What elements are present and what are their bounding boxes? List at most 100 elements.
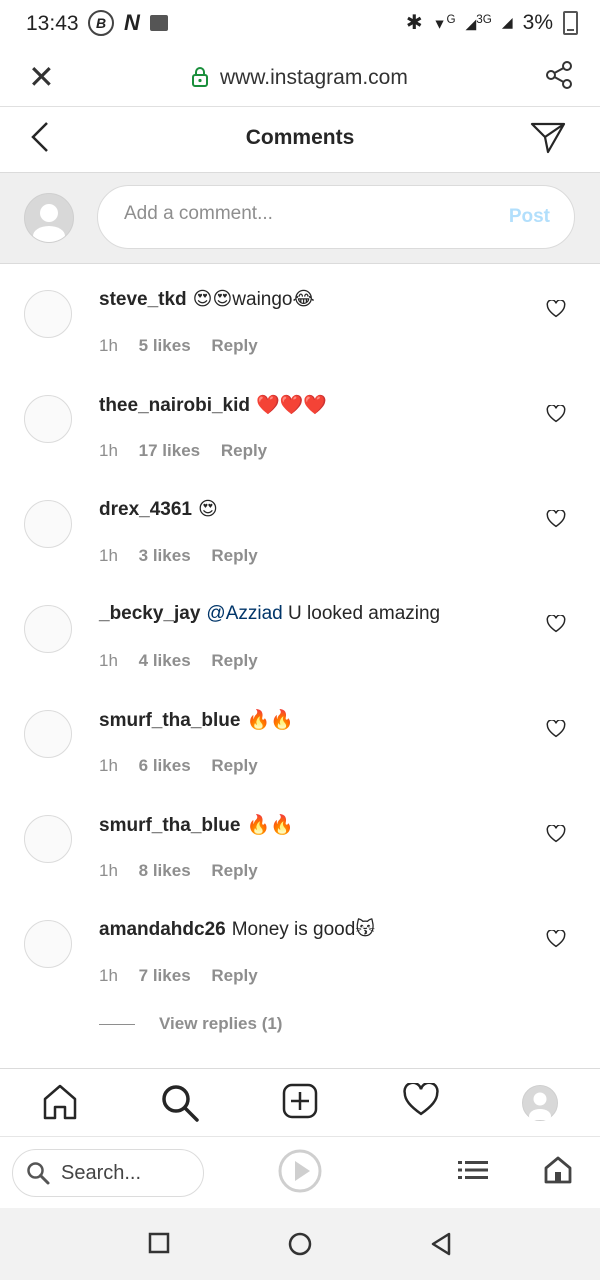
- comment-likes[interactable]: 6 likes: [139, 756, 191, 775]
- comment-item: amandahdc26 Money is good😽 1h 7 likes Rep…: [0, 894, 600, 999]
- back-triangle-icon[interactable]: [430, 1232, 452, 1261]
- bluetooth-icon: ✱: [405, 12, 423, 34]
- comment-item: thee_nairobi_kid ❤️❤️❤️ 1h 17 likes Reply: [0, 369, 600, 474]
- comment-text: 🔥🔥: [246, 815, 294, 836]
- comment-likes[interactable]: 3 likes: [139, 546, 191, 565]
- comment-meta: 1h 7 likes Reply: [99, 966, 274, 986]
- reply-button[interactable]: Reply: [221, 441, 267, 460]
- commenter-avatar[interactable]: [24, 395, 72, 443]
- browser-home-icon[interactable]: [543, 1155, 573, 1190]
- commenter-avatar[interactable]: [24, 605, 72, 653]
- comment-body: steve_tkd 😍😍waingo😂: [99, 288, 315, 311]
- browser-search-label: Search...: [61, 1162, 142, 1184]
- view-replies-button[interactable]: View replies (1): [99, 1014, 282, 1034]
- comment-username[interactable]: thee_nairobi_kid: [99, 395, 250, 416]
- comment-body: drex_4361 😍: [99, 498, 218, 521]
- home-icon[interactable]: [42, 1083, 78, 1126]
- system-nav-bar: [0, 1208, 600, 1280]
- comment-likes[interactable]: 5 likes: [139, 336, 191, 355]
- comment-text: 😍😍waingo😂: [192, 289, 315, 310]
- reply-button[interactable]: Reply: [211, 546, 257, 565]
- comment-text: 😍: [197, 499, 218, 520]
- like-heart-icon[interactable]: [546, 929, 566, 953]
- browser-search-box[interactable]: Search...: [12, 1149, 204, 1197]
- play-icon[interactable]: [278, 1149, 322, 1198]
- comment-username[interactable]: smurf_tha_blue: [99, 815, 240, 836]
- signal-icon-2: ◢: [501, 14, 513, 30]
- menu-list-icon[interactable]: [458, 1159, 488, 1186]
- comment-time: 1h: [99, 966, 118, 985]
- comment-meta: 1h 3 likes Reply: [99, 546, 274, 566]
- comment-body: _becky_jay @Azziad U looked amazing: [99, 603, 440, 625]
- comment-username[interactable]: drex_4361: [99, 499, 192, 520]
- comment-item: smurf_tha_blue 🔥🔥 1h 8 likes Reply: [0, 789, 600, 894]
- home-circle-icon[interactable]: [288, 1232, 312, 1261]
- wifi-icon: ▼G: [432, 13, 456, 32]
- like-heart-icon[interactable]: [546, 614, 566, 638]
- comment-likes[interactable]: 4 likes: [139, 651, 191, 670]
- comments-header: Comments: [0, 106, 600, 173]
- comment-item: smurf_tha_blue 🔥🔥 1h 6 likes Reply: [0, 684, 600, 789]
- comment-body: smurf_tha_blue 🔥🔥: [99, 813, 294, 837]
- activity-heart-icon[interactable]: [402, 1081, 440, 1122]
- comment-meta: 1h 5 likes Reply: [99, 336, 274, 356]
- status-time: 13:43: [26, 12, 79, 35]
- reply-button[interactable]: Reply: [211, 756, 257, 775]
- comment-input[interactable]: [122, 202, 486, 226]
- notification-image-icon: [149, 15, 168, 31]
- comment-item: steve_tkd 😍😍waingo😂 1h 5 likes Reply: [0, 264, 600, 369]
- like-heart-icon[interactable]: [546, 299, 566, 323]
- reply-button[interactable]: Reply: [211, 336, 257, 355]
- comment-username[interactable]: amandahdc26: [99, 919, 226, 940]
- battery-percent: 3%: [522, 10, 553, 34]
- commenter-avatar[interactable]: [24, 710, 72, 758]
- comment-mention[interactable]: @Azziad: [206, 603, 282, 624]
- comment-likes[interactable]: 17 likes: [139, 441, 200, 460]
- lock-icon: [192, 66, 214, 89]
- comment-meta: 1h 17 likes Reply: [99, 441, 283, 461]
- view-replies-label: View replies (1): [159, 1014, 283, 1033]
- instagram-bottom-nav: [0, 1068, 600, 1137]
- like-heart-icon[interactable]: [546, 509, 566, 533]
- recents-square-icon[interactable]: [148, 1232, 170, 1259]
- status-bar: 13:43 B N ✱ ▼G ◢3G ◢ 3%: [0, 0, 600, 48]
- comment-item: drex_4361 😍 1h 3 likes Reply: [0, 474, 600, 579]
- comment-username[interactable]: steve_tkd: [99, 289, 187, 310]
- reply-button[interactable]: Reply: [211, 966, 257, 985]
- comment-time: 1h: [99, 861, 118, 880]
- comment-text: 🔥🔥: [246, 710, 294, 731]
- comments-list: steve_tkd 😍😍waingo😂 1h 5 likes Reply thee…: [0, 264, 600, 999]
- reply-button[interactable]: Reply: [211, 861, 257, 880]
- comment-meta: 1h 6 likes Reply: [99, 756, 274, 776]
- comment-likes[interactable]: 7 likes: [139, 966, 191, 985]
- url-display[interactable]: www.instagram.com: [0, 66, 600, 90]
- notification-n-icon: N: [124, 10, 140, 35]
- comment-username[interactable]: _becky_jay: [99, 603, 200, 624]
- post-button[interactable]: Post: [509, 206, 550, 228]
- browser-bottom-bar: Search...: [0, 1136, 600, 1209]
- direct-send-icon[interactable]: [530, 122, 566, 159]
- share-icon[interactable]: [544, 60, 574, 95]
- replies-divider: [99, 1023, 135, 1025]
- search-icon[interactable]: [160, 1083, 200, 1128]
- like-heart-icon[interactable]: [546, 719, 566, 743]
- url-text: www.instagram.com: [219, 66, 408, 89]
- like-heart-icon[interactable]: [546, 404, 566, 428]
- comment-body: amandahdc26 Money is good😽: [99, 918, 375, 941]
- profile-avatar[interactable]: [522, 1085, 558, 1123]
- comment-input-container: Post: [97, 185, 575, 249]
- browser-address-bar: ✕ www.instagram.com: [0, 48, 600, 107]
- like-heart-icon[interactable]: [546, 824, 566, 848]
- commenter-avatar[interactable]: [24, 920, 72, 968]
- battery-icon: [563, 10, 578, 35]
- comment-likes[interactable]: 8 likes: [139, 861, 191, 880]
- commenter-avatar[interactable]: [24, 500, 72, 548]
- comment-time: 1h: [99, 546, 118, 565]
- comment-username[interactable]: smurf_tha_blue: [99, 710, 240, 731]
- commenter-avatar[interactable]: [24, 815, 72, 863]
- comment-time: 1h: [99, 336, 118, 355]
- reply-button[interactable]: Reply: [211, 651, 257, 670]
- commenter-avatar[interactable]: [24, 290, 72, 338]
- comment-time: 1h: [99, 441, 118, 460]
- new-post-icon[interactable]: [282, 1083, 318, 1124]
